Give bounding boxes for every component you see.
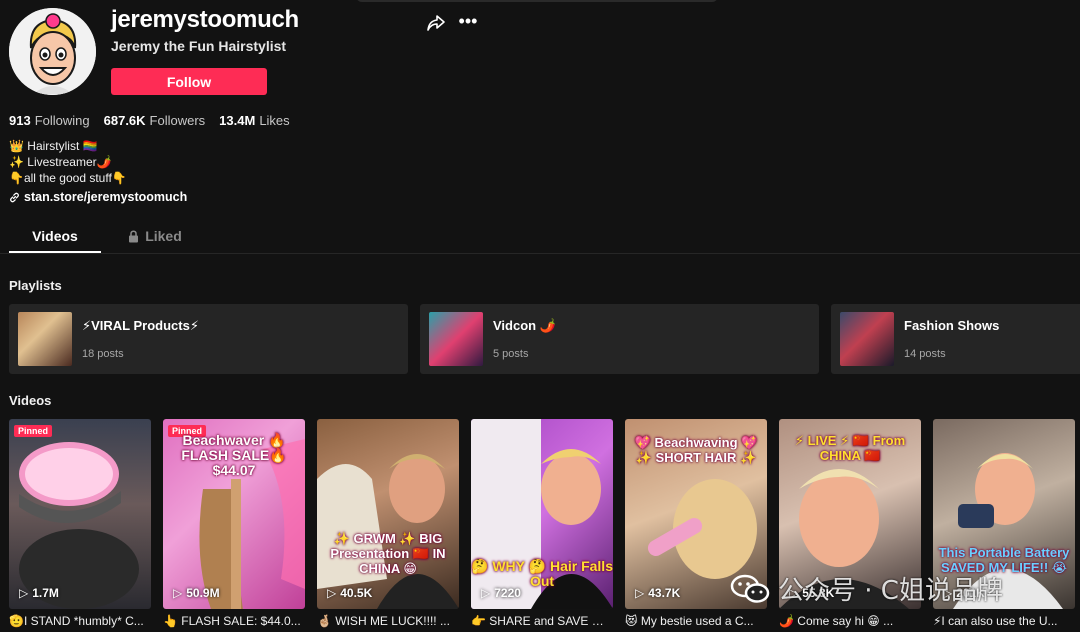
video-overlay-text: ⚡ LIVE ⚡ 🇨🇳 From CHINA 🇨🇳	[794, 433, 906, 463]
video-views: ▷ 50.9M	[173, 586, 220, 600]
video-caption[interactable]: 👆 FLASH SALE: $44.0...	[163, 614, 305, 628]
play-icon: ▷	[481, 586, 491, 600]
avatar[interactable]	[9, 8, 96, 95]
stat-likes: 13.4M Likes	[219, 113, 290, 128]
stat-label: Followers	[149, 113, 206, 128]
playlist-name: Vidcon 🌶️	[493, 318, 556, 333]
pinned-badge: Pinned	[14, 425, 53, 437]
more-options-icon[interactable]: •••	[458, 12, 478, 32]
video-caption[interactable]: 😻 My bestie used a C...	[625, 614, 767, 628]
video-overlay-text: 💖 Beachwaving 💖 ✨ SHORT HAIR ✨	[634, 435, 758, 465]
play-icon: ▷	[635, 586, 645, 600]
view-count: 1.7M	[32, 586, 59, 600]
playlist-thumbnail	[840, 312, 894, 366]
tab-liked[interactable]: Liked	[109, 222, 201, 253]
lock-icon	[129, 230, 139, 243]
view-count: 40.5K	[340, 586, 373, 600]
link-icon	[10, 192, 19, 202]
video-views: ▷ 1.7M	[19, 586, 59, 600]
video-caption[interactable]: ⚡I can also use the U...	[933, 614, 1075, 628]
bio-line: 👇all the good stuff👇	[9, 171, 127, 185]
profile-link-text: stan.store/jeremystoomuch	[24, 190, 188, 204]
video-overlay-text: 🤔 WHY 🤔 Hair Falls Out	[471, 558, 613, 589]
hairbrush-thumbnail	[19, 442, 139, 609]
video-views: ▷ 40.5K	[327, 586, 372, 600]
video-views: ▷ 7220	[481, 586, 521, 600]
video-overlay-text: Beachwaver 🔥 FLASH SALE🔥 $44.07	[181, 432, 287, 478]
avatar-cartoon-icon	[9, 8, 96, 95]
video-caption[interactable]: 🌶️ Come say hi 😁 ...	[779, 614, 921, 628]
play-icon: ▷	[327, 586, 337, 600]
video-card[interactable]: Pinned ▷ 1.7M	[9, 419, 151, 609]
stat-label: Likes	[259, 113, 290, 128]
view-count: 7220	[494, 586, 521, 600]
follow-button[interactable]: Follow	[111, 68, 267, 95]
stat-followers[interactable]: 687.6K Followers	[104, 113, 206, 128]
video-caption[interactable]: 🤞🏼 WISH ME LUCK!!!! ...	[317, 614, 459, 628]
play-icon: ▷	[19, 586, 29, 600]
wechat-icon	[730, 574, 770, 603]
tab-videos[interactable]: Videos	[9, 222, 101, 253]
search-bar-edge	[356, 0, 718, 2]
playlist-name: Fashion Shows	[904, 318, 1000, 333]
profile-username: jeremystoomuch	[111, 6, 299, 33]
stat-value: 687.6K	[103, 113, 146, 128]
bio-line: ✨ Livestreamer🌶️	[9, 155, 112, 169]
video-caption[interactable]: 🫡I STAND *humbly* C...	[9, 614, 151, 628]
playlist-name: ⚡VIRAL Products⚡	[82, 318, 199, 333]
play-icon: ▷	[173, 586, 183, 600]
bio-line: 👑 Hairstylist 🏳️‍🌈	[9, 139, 98, 153]
playlist-count: 5 posts	[493, 348, 529, 360]
view-count: 43.7K	[648, 586, 681, 600]
stat-value: 13.4M	[219, 113, 256, 128]
video-views: ▷ 43.7K	[635, 586, 680, 600]
playlist-thumbnail	[429, 312, 483, 366]
playlist-count: 18 posts	[82, 348, 124, 360]
profile-stats: 913 Following 687.6K Followers 13.4M Likes	[9, 113, 290, 128]
profile-bio: 👑 Hairstylist 🏳️‍🌈 ✨ Livestreamer🌶️ 👇all…	[9, 138, 127, 186]
share-icon[interactable]	[426, 14, 446, 32]
playlist-thumbnail	[18, 312, 72, 366]
video-card[interactable]: Pinned Beachwaver 🔥 FLASH SALE🔥 $44.07 ▷…	[163, 419, 305, 609]
video-caption[interactable]: 👉 SHARE and SAVE 🀄...	[471, 614, 613, 628]
playlist-card[interactable]: Fashion Shows 14 posts	[831, 304, 1080, 374]
playlist-count: 14 posts	[904, 348, 946, 360]
watermark-text: 公众号 · C姐说品牌	[778, 576, 1003, 606]
videos-heading: Videos	[9, 393, 52, 408]
playlist-card[interactable]: Vidcon 🌶️ 5 posts	[420, 304, 819, 374]
stat-label: Following	[34, 113, 90, 128]
tabs-divider	[0, 253, 1080, 254]
video-card[interactable]: 🤔 WHY 🤔 Hair Falls Out ▷ 7220	[471, 419, 613, 609]
stat-value: 913	[9, 113, 31, 128]
video-card[interactable]: ✨ GRWM ✨ BIG Presentation 🇨🇳 IN CHINA 😁 …	[317, 419, 459, 609]
profile-link[interactable]: stan.store/jeremystoomuch	[9, 190, 187, 204]
person-thumbnail	[317, 454, 459, 609]
playlist-card[interactable]: ⚡VIRAL Products⚡ 18 posts	[9, 304, 408, 374]
view-count: 50.9M	[186, 586, 220, 600]
profile-tabs: Videos Liked	[9, 222, 201, 253]
tab-liked-label: Liked	[145, 228, 182, 244]
playlists-heading: Playlists	[9, 278, 62, 293]
stat-following[interactable]: 913 Following	[9, 113, 90, 128]
wechat-watermark: 公众号 · C姐说品牌	[730, 570, 1003, 607]
video-overlay-text: ✨ GRWM ✨ BIG Presentation 🇨🇳 IN CHINA 😁	[330, 531, 446, 576]
profile-nickname: Jeremy the Fun Hairstylist	[111, 38, 287, 54]
